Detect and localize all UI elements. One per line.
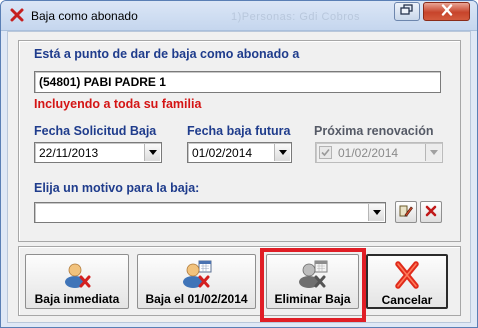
chevron-down-icon[interactable] [144, 144, 160, 161]
renovacion-checkbox [319, 146, 332, 159]
proxima-renovacion-value: 01/02/2014 [338, 146, 399, 160]
dialog-body: Está a punto de dar de baja como abonado… [7, 31, 471, 323]
baja-inmediata-label: Baja inmediata [34, 292, 120, 306]
action-button-bar: Baja inmediata Baja el 01/02/2014 Elimin… [18, 246, 461, 316]
fecha-solicitud-value: 22/11/2013 [39, 146, 99, 160]
window-title: Baja como abonado [31, 9, 138, 23]
user-remove-icon [61, 259, 93, 289]
motivo-select[interactable] [34, 202, 386, 223]
eliminar-baja-highlight [260, 248, 366, 322]
cancelar-label: Cancelar [381, 293, 433, 307]
cancel-x-icon [391, 260, 423, 290]
fecha-solicitud-label: Fecha Solicitud Baja [34, 124, 157, 138]
dialog-window: Baja como abonado 1)Personas: Gdi Cobros… [0, 0, 478, 328]
clear-motivo-button[interactable] [420, 201, 442, 223]
restore-button[interactable] [394, 2, 420, 21]
intro-label: Está a punto de dar de baja como abonado… [34, 47, 300, 61]
close-x-icon [9, 7, 25, 23]
fecha-solicitud-date[interactable]: 22/11/2013 [34, 142, 162, 163]
family-note: Incluyendo a toda su familia [34, 97, 202, 111]
fecha-futura-label: Fecha baja futura [187, 124, 291, 138]
cancelar-button[interactable]: Cancelar [366, 254, 448, 309]
fecha-futura-value: 01/02/2014 [192, 146, 253, 160]
chevron-down-icon[interactable] [274, 144, 290, 161]
form-panel: Está a punto de dar de baja como abonado… [18, 40, 461, 242]
user-calendar-remove-icon [181, 259, 213, 289]
baja-fecha-label: Baja el 01/02/2014 [145, 292, 248, 306]
edit-pencil-icon [398, 203, 414, 222]
proxima-renovacion-date: 01/02/2014 [315, 142, 443, 163]
member-field[interactable]: (54801) PABI PADRE 1 [34, 71, 441, 93]
title-bar[interactable]: Baja como abonado 1)Personas: Gdi Cobros [1, 1, 477, 31]
chevron-down-icon[interactable] [368, 204, 384, 221]
baja-fecha-button[interactable]: Baja el 01/02/2014 [137, 254, 256, 309]
restore-icon [400, 4, 414, 19]
delete-x-icon [425, 205, 437, 220]
close-button[interactable] [423, 2, 470, 21]
motivo-label: Elija un motivo para la baja: [34, 181, 200, 195]
proxima-renovacion-label: Próxima renovación [314, 124, 434, 138]
background-window-title: 1)Personas: Gdi Cobros [231, 11, 360, 23]
fecha-futura-date[interactable]: 01/02/2014 [187, 142, 292, 163]
edit-motivo-button[interactable] [395, 201, 417, 223]
close-icon [440, 4, 454, 19]
baja-inmediata-button[interactable]: Baja inmediata [25, 254, 129, 309]
chevron-down-icon [425, 144, 441, 161]
